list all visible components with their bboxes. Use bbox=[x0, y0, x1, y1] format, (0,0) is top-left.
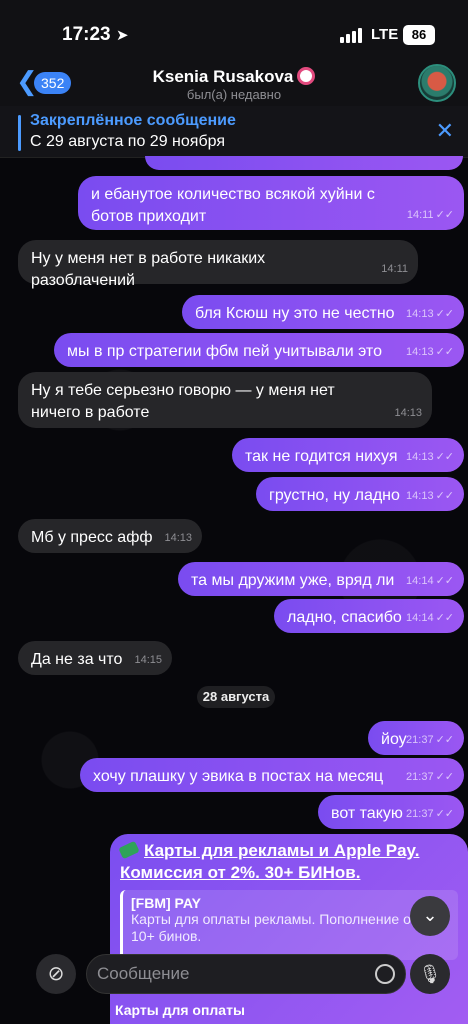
contact-status: был(а) недавно bbox=[186, 87, 282, 102]
message-outgoing[interactable]: и ебанутое количество всякой хуйни с бот… bbox=[78, 176, 464, 230]
message-outgoing[interactable]: мы в пр стратегии фбм пей учитывали это … bbox=[54, 333, 464, 367]
message-time: 14:13 ✓✓ bbox=[406, 346, 454, 358]
message-time: 14:13 bbox=[164, 532, 192, 544]
contact-name[interactable]: Ksenia Rusakova bbox=[0, 67, 468, 87]
card-title[interactable]: Карты для рекламы и Apple Pay. Комиссия … bbox=[118, 840, 458, 884]
message-time: 14:14 ✓✓ bbox=[406, 575, 454, 587]
message-outgoing[interactable]: так не годится нихуя 14:13 ✓✓ bbox=[232, 438, 464, 472]
preview-text: Карты для оплаты рекламы. Пополнение от … bbox=[131, 911, 445, 944]
message-time: 14:11 ✓✓ bbox=[406, 209, 454, 221]
message-input[interactable] bbox=[97, 955, 357, 993]
signal-icon bbox=[340, 28, 362, 43]
message-outgoing[interactable]: грустно, ну ладно 14:13 ✓✓ bbox=[256, 477, 464, 511]
message-time: 21:37 ✓✓ bbox=[406, 808, 454, 820]
pinned-text: С 29 августа по 29 ноября bbox=[30, 133, 225, 150]
message-outgoing[interactable]: бля Ксюш ну это не честно 14:13 ✓✓ bbox=[182, 295, 464, 329]
battery-icon: 86 bbox=[403, 25, 435, 45]
chevron-down-icon[interactable]: ⌄ bbox=[410, 896, 450, 936]
card-emoji-icon bbox=[118, 840, 140, 860]
message-outgoing[interactable]: ладно, спасибо 14:14 ✓✓ bbox=[274, 599, 464, 633]
message-time: 21:37 ✓✓ bbox=[406, 771, 454, 783]
pinned-message-bar[interactable]: Закреплённое сообщение С 29 августа по 2… bbox=[0, 106, 468, 158]
message-incoming[interactable]: Ну я тебе серьезно говорю — у меня нет н… bbox=[18, 372, 432, 428]
message-incoming[interactable]: Ну у меня нет в работе никаких разоблаче… bbox=[18, 240, 418, 289]
message-bubble-clipped bbox=[145, 156, 463, 170]
link-preview[interactable]: [FBM] PAY Карты для оплаты рекламы. Попо… bbox=[120, 890, 458, 960]
preview-caption: Карты для оплаты bbox=[115, 1002, 245, 1018]
message-outgoing[interactable]: йоу 21:37 ✓✓ bbox=[368, 721, 464, 755]
status-time: 17:23 bbox=[62, 24, 111, 45]
message-incoming[interactable]: Да не за что 14:15 bbox=[18, 641, 172, 675]
message-composer[interactable] bbox=[86, 954, 406, 994]
network-type: LTE bbox=[371, 26, 399, 43]
message-time: 14:13 ✓✓ bbox=[406, 451, 454, 463]
pinned-title: Закреплённое сообщение bbox=[30, 112, 236, 129]
chat-header: ❮ 352 Ksenia Rusakova был(а) недавно bbox=[0, 60, 468, 106]
premium-badge-icon bbox=[297, 67, 316, 85]
message-time: 14:11 bbox=[381, 263, 408, 275]
message-outgoing[interactable]: та мы дружим уже, вряд ли 14:14 ✓✓ bbox=[178, 562, 464, 596]
microphone-icon[interactable]: 🎙 bbox=[410, 954, 450, 994]
message-time: 14:13 bbox=[394, 407, 422, 419]
location-arrow-icon: ➤ bbox=[116, 27, 129, 44]
status-bar: 17:23 ➤ LTE 86 bbox=[0, 0, 468, 60]
sticker-icon[interactable] bbox=[375, 964, 395, 984]
message-outgoing[interactable]: вот такую 21:37 ✓✓ bbox=[318, 795, 464, 829]
paperclip-icon[interactable]: ⊘ bbox=[36, 954, 76, 994]
message-outgoing[interactable]: хочу плашку у эвика в постах на месяц 21… bbox=[80, 758, 464, 792]
message-time: 14:13 ✓✓ bbox=[406, 490, 454, 502]
message-incoming[interactable]: Мб у пресс афф 14:13 bbox=[18, 519, 202, 553]
message-time: 14:13 ✓✓ bbox=[406, 308, 454, 320]
preview-title: [FBM] PAY bbox=[131, 895, 201, 911]
message-time: 14:14 ✓✓ bbox=[406, 612, 454, 624]
close-icon[interactable]: ✕ bbox=[436, 118, 454, 144]
pinned-indicator bbox=[18, 115, 21, 151]
message-time: 21:37 ✓✓ bbox=[406, 734, 454, 746]
message-time: 14:15 bbox=[134, 654, 162, 666]
avatar[interactable] bbox=[418, 64, 456, 102]
date-separator: 28 августа bbox=[197, 686, 275, 708]
